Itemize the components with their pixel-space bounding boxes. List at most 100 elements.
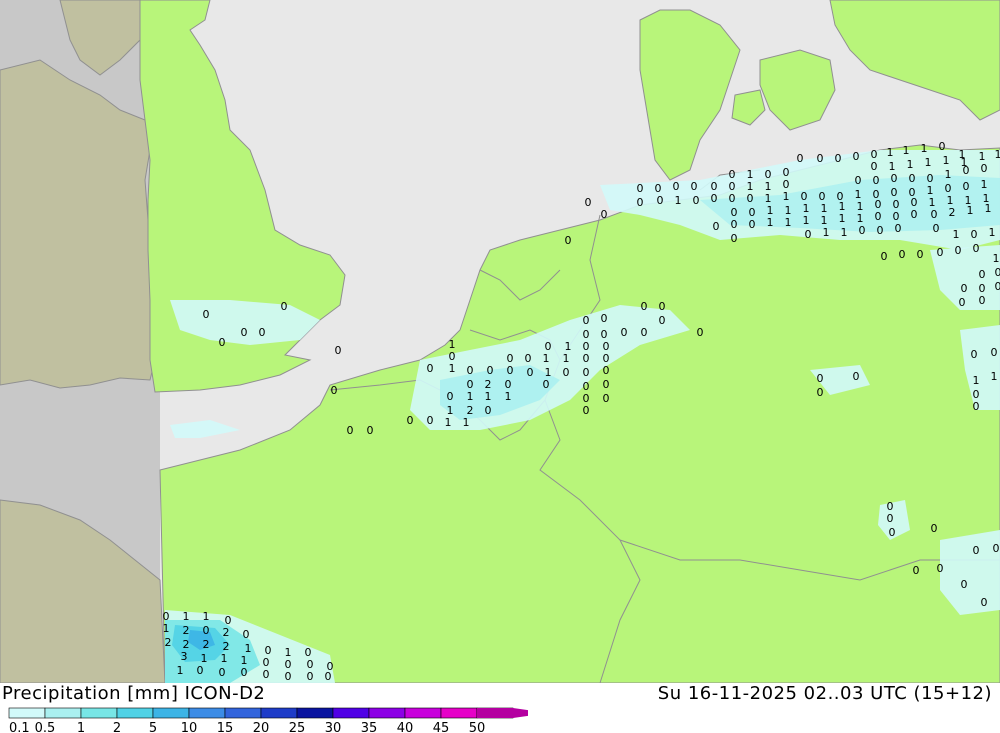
value-label: 0: [963, 164, 970, 177]
color-legend: 0.1 0.5 1 2 5 10 15 20 25 30 35 40 45 50: [8, 707, 528, 733]
value-label: 1: [995, 148, 1000, 161]
value-label: 0: [583, 352, 590, 365]
value-label: 0: [243, 628, 250, 641]
value-label: 1: [943, 154, 950, 167]
value-label: 0: [939, 140, 946, 153]
value-label: 1: [505, 390, 512, 403]
value-label: 0: [855, 174, 862, 187]
value-label: 0: [995, 266, 1000, 279]
legend-tick-label: 45: [433, 721, 450, 733]
value-label: 0: [877, 224, 884, 237]
value-label: 0: [729, 192, 736, 205]
value-label: 1: [785, 216, 792, 229]
value-label: 0: [881, 250, 888, 263]
value-label: 0: [961, 282, 968, 295]
legend-tick-label: 30: [325, 721, 342, 733]
value-label: 0: [583, 314, 590, 327]
value-label: 1: [993, 252, 1000, 265]
value-label: 0: [749, 218, 756, 231]
legend-tick-label: 20: [253, 721, 270, 733]
legend-tick-label: 25: [289, 721, 306, 733]
value-label: 0: [601, 208, 608, 221]
value-label: 0: [563, 366, 570, 379]
value-label: 1: [467, 390, 474, 403]
legend-tick-label: 2: [113, 721, 121, 733]
value-label: 0: [817, 152, 824, 165]
value-label: 0: [427, 414, 434, 427]
legend-tick-label: 15: [217, 721, 234, 733]
value-label: 0: [747, 192, 754, 205]
value-label: 0: [527, 366, 534, 379]
value-label: 1: [445, 416, 452, 429]
value-label: 0: [973, 400, 980, 413]
value-label: 1: [903, 144, 910, 157]
legend-swatch: [44, 707, 82, 719]
value-label: 0: [525, 352, 532, 365]
value-label: 3: [181, 650, 188, 663]
value-label: 0: [347, 424, 354, 437]
legend-swatch: [296, 707, 334, 719]
value-label: 0: [543, 378, 550, 391]
value-label: 0: [979, 294, 986, 307]
value-label: 1: [803, 214, 810, 227]
legend-swatch: [152, 707, 190, 719]
value-label: 1: [449, 362, 456, 375]
value-label: 1: [925, 156, 932, 169]
value-label: 0: [991, 346, 998, 359]
value-label: 0: [895, 222, 902, 235]
value-label: 0: [241, 326, 248, 339]
value-label: 1: [953, 228, 960, 241]
value-label: 0: [307, 670, 314, 683]
value-label: 0: [285, 670, 292, 683]
value-label: 0: [641, 326, 648, 339]
value-label: 0: [335, 344, 342, 357]
value-label: 0: [197, 664, 204, 677]
value-label: 0: [693, 194, 700, 207]
value-label: 0: [711, 192, 718, 205]
value-label: 0: [887, 512, 894, 525]
value-label: 1: [485, 390, 492, 403]
value-label: 0: [603, 364, 610, 377]
value-label: 0: [585, 196, 592, 209]
value-label: 2: [165, 636, 172, 649]
value-label: 1: [783, 190, 790, 203]
value-label: 0: [241, 666, 248, 679]
value-label: 0: [713, 220, 720, 233]
value-label: 0: [691, 180, 698, 193]
value-label: 1: [989, 226, 996, 239]
value-label: 1: [921, 142, 928, 155]
value-label: 0: [973, 544, 980, 557]
value-label: 0: [731, 232, 738, 245]
value-label: 0: [871, 160, 878, 173]
value-label: 0: [487, 364, 494, 377]
value-label: 1: [981, 178, 988, 191]
legend-swatch: [260, 707, 298, 719]
value-label: 0: [203, 308, 210, 321]
legend-tick-label: 50: [469, 721, 486, 733]
value-label: 0: [281, 300, 288, 313]
value-label: 0: [873, 174, 880, 187]
value-label: 1: [985, 202, 992, 215]
value-label: 0: [805, 228, 812, 241]
value-label: 0: [909, 172, 916, 185]
value-label: 0: [659, 314, 666, 327]
value-label: 0: [407, 414, 414, 427]
value-label: 0: [835, 152, 842, 165]
value-label: 0: [603, 378, 610, 391]
legend-swatch: [332, 707, 370, 719]
value-label: 0: [955, 244, 962, 257]
value-label: 0: [657, 194, 664, 207]
value-label: 0: [673, 180, 680, 193]
value-label: 0: [911, 208, 918, 221]
value-label: 1: [183, 610, 190, 623]
value-label: 0: [637, 196, 644, 209]
value-label: 0: [853, 370, 860, 383]
value-label: 0: [565, 234, 572, 247]
value-label: 0: [219, 336, 226, 349]
value-label: 0: [447, 390, 454, 403]
value-label: 1: [163, 622, 170, 635]
value-label: 0: [973, 242, 980, 255]
value-label: 0: [931, 522, 938, 535]
value-label: 0: [427, 362, 434, 375]
value-label: 0: [917, 248, 924, 261]
